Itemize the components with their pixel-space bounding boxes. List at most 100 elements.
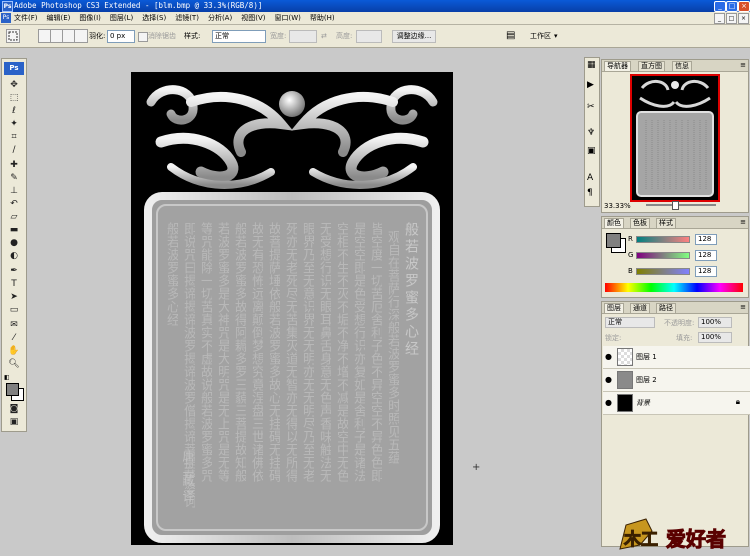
eyedropper-tool-icon[interactable]: ⁄ bbox=[6, 332, 22, 344]
gradient-tool-icon[interactable]: ▬ bbox=[6, 224, 22, 236]
character-panel-icon[interactable]: A bbox=[587, 173, 593, 183]
navigator-preview[interactable] bbox=[630, 74, 720, 202]
blend-mode-select[interactable]: 正常 bbox=[605, 317, 655, 328]
tab-channels[interactable]: 通道 bbox=[630, 303, 650, 313]
channel-b-input[interactable]: 128 bbox=[695, 266, 717, 277]
menu-layer[interactable]: 图层(L) bbox=[110, 12, 133, 24]
visibility-eye-icon[interactable]: ● bbox=[605, 398, 612, 407]
tab-styles[interactable]: 样式 bbox=[656, 218, 676, 228]
menu-window[interactable]: 窗口(W) bbox=[274, 12, 300, 24]
magic-wand-tool-icon[interactable]: ✦ bbox=[6, 118, 22, 130]
workspace-label[interactable]: 工作区 bbox=[530, 30, 551, 42]
maximize-button[interactable]: □ bbox=[726, 1, 738, 12]
shape-tool-icon[interactable]: ▭ bbox=[6, 304, 22, 316]
quick-mask-icon[interactable]: ◙ bbox=[6, 403, 22, 415]
eraser-tool-icon[interactable]: ▱ bbox=[6, 211, 22, 223]
tab-color[interactable]: 颜色 bbox=[604, 218, 624, 228]
slice-tool-icon[interactable]: ∕ bbox=[6, 144, 22, 156]
fill-input[interactable]: 100% bbox=[698, 332, 732, 343]
menu-analysis[interactable]: 分析(A) bbox=[208, 12, 232, 24]
layer-name[interactable]: 图层 1 bbox=[636, 352, 657, 362]
actions-panel-icon[interactable]: ▶ bbox=[587, 80, 594, 90]
dodge-tool-icon[interactable]: ◐ bbox=[6, 250, 22, 262]
feather-input[interactable]: 0 px bbox=[107, 30, 135, 43]
menu-view[interactable]: 视图(V) bbox=[241, 12, 265, 24]
screen-mode-icon[interactable]: ▣ bbox=[6, 416, 22, 428]
marquee-tool-preset-icon[interactable] bbox=[6, 29, 20, 43]
layers-panel-menu-icon[interactable]: ≡ bbox=[740, 302, 746, 313]
zoom-tool-icon[interactable]: 🔍︎ bbox=[6, 358, 22, 370]
tab-paths[interactable]: 路径 bbox=[656, 303, 676, 313]
tool-presets-icon[interactable]: ✂ bbox=[587, 102, 595, 112]
paragraph-panel-icon[interactable]: ¶ bbox=[587, 188, 593, 198]
zoom-slider-handle[interactable] bbox=[672, 201, 679, 210]
document-canvas[interactable]: 般若波罗蜜多心经 观自在菩萨行深般若波罗蜜多时照见五蕴 皆空度一切苦厄舍利子色不… bbox=[131, 72, 453, 545]
menu-help[interactable]: 帮助(H) bbox=[310, 12, 335, 24]
move-tool-icon[interactable]: ✥ bbox=[6, 79, 22, 91]
clone-source-icon[interactable]: ▣ bbox=[587, 146, 596, 156]
type-tool-icon[interactable]: T bbox=[6, 278, 22, 290]
channel-r-input[interactable]: 128 bbox=[695, 234, 717, 245]
width-label: 宽度: bbox=[270, 32, 287, 40]
path-select-icon[interactable]: ➤ bbox=[6, 291, 22, 303]
menu-edit[interactable]: 编辑(E) bbox=[47, 12, 71, 24]
menu-image[interactable]: 图像(I) bbox=[79, 12, 101, 24]
tab-swatches[interactable]: 色板 bbox=[630, 218, 650, 228]
minimize-button[interactable]: _ bbox=[714, 1, 726, 12]
history-brush-icon[interactable]: ↶ bbox=[6, 198, 22, 210]
color-foreground-swatch[interactable] bbox=[606, 233, 621, 248]
hand-tool-icon[interactable]: ✋ bbox=[6, 345, 22, 357]
channel-r-slider[interactable] bbox=[636, 236, 690, 243]
tab-layers[interactable]: 图层 bbox=[604, 303, 624, 313]
layer-row[interactable]: ● 图层 1 bbox=[603, 346, 750, 369]
history-panel-icon[interactable]: ▦ bbox=[587, 60, 596, 70]
color-panel-menu-icon[interactable]: ≡ bbox=[740, 217, 746, 228]
blur-tool-icon[interactable]: ● bbox=[6, 237, 22, 249]
workspace-dropdown-icon[interactable]: ▾ bbox=[554, 30, 558, 42]
default-colors-icon[interactable]: ◧ bbox=[4, 374, 12, 382]
healing-brush-icon[interactable]: ✚ bbox=[6, 159, 22, 171]
crop-tool-icon[interactable]: ⌗ bbox=[6, 131, 22, 143]
intersect-selection-icon[interactable] bbox=[74, 29, 88, 43]
foreground-color-swatch[interactable] bbox=[6, 383, 19, 396]
menu-filter[interactable]: 滤镜(T) bbox=[175, 12, 199, 24]
tab-navigator[interactable]: 导航器 bbox=[604, 61, 631, 71]
watermark-text-secondary: 爱好者 bbox=[666, 527, 727, 552]
menu-file[interactable]: 文件(F) bbox=[14, 12, 38, 24]
width-input[interactable] bbox=[289, 30, 317, 43]
layer-row[interactable]: ● 背景 🔒︎ bbox=[603, 392, 750, 415]
doc-restore-button[interactable]: □ bbox=[726, 13, 737, 24]
brushes-panel-icon[interactable]: ♆ bbox=[587, 128, 595, 138]
menu-select[interactable]: 选择(S) bbox=[142, 12, 166, 24]
tab-histogram[interactable]: 直方图 bbox=[638, 61, 665, 71]
tab-info[interactable]: 信息 bbox=[672, 61, 692, 71]
channel-g-input[interactable]: 128 bbox=[695, 250, 717, 261]
swap-icon[interactable]: ⇄ bbox=[321, 30, 327, 42]
panel-menu-icon[interactable]: ≡ bbox=[740, 60, 746, 71]
clone-stamp-icon[interactable]: ⊥ bbox=[6, 185, 22, 197]
marquee-tool-icon[interactable]: ⬚ bbox=[6, 92, 22, 104]
visibility-eye-icon[interactable]: ● bbox=[605, 352, 612, 361]
layer-row[interactable]: ● 图层 2 bbox=[603, 369, 750, 392]
brush-tool-icon[interactable]: ✎ bbox=[6, 172, 22, 184]
channel-b-slider[interactable] bbox=[636, 268, 690, 275]
channel-g-slider[interactable] bbox=[636, 252, 690, 259]
refine-edge-button[interactable]: 调整边缘... bbox=[392, 30, 436, 43]
opacity-input[interactable]: 100% bbox=[698, 317, 732, 328]
notes-tool-icon[interactable]: ✉ bbox=[6, 319, 22, 331]
brush-palette-icon[interactable]: ▤ bbox=[506, 30, 515, 42]
color-ramp[interactable] bbox=[605, 283, 743, 292]
doc-minimize-button[interactable]: _ bbox=[714, 13, 725, 24]
navigator-zoom-value[interactable]: 33.33% bbox=[604, 202, 631, 210]
style-select[interactable]: 正常 bbox=[212, 30, 266, 43]
layer-name[interactable]: 图层 2 bbox=[636, 375, 657, 385]
pen-tool-icon[interactable]: ✒ bbox=[6, 265, 22, 277]
antialias-checkbox[interactable] bbox=[138, 32, 148, 42]
close-button[interactable]: × bbox=[738, 1, 750, 12]
visibility-eye-icon[interactable]: ● bbox=[605, 375, 612, 384]
doc-close-button[interactable]: × bbox=[738, 13, 749, 24]
lasso-tool-icon[interactable]: ℓ bbox=[6, 105, 22, 117]
height-input[interactable] bbox=[356, 30, 382, 43]
navigator-zoom-slider[interactable] bbox=[646, 204, 716, 206]
layer-name[interactable]: 背景 bbox=[636, 398, 650, 408]
